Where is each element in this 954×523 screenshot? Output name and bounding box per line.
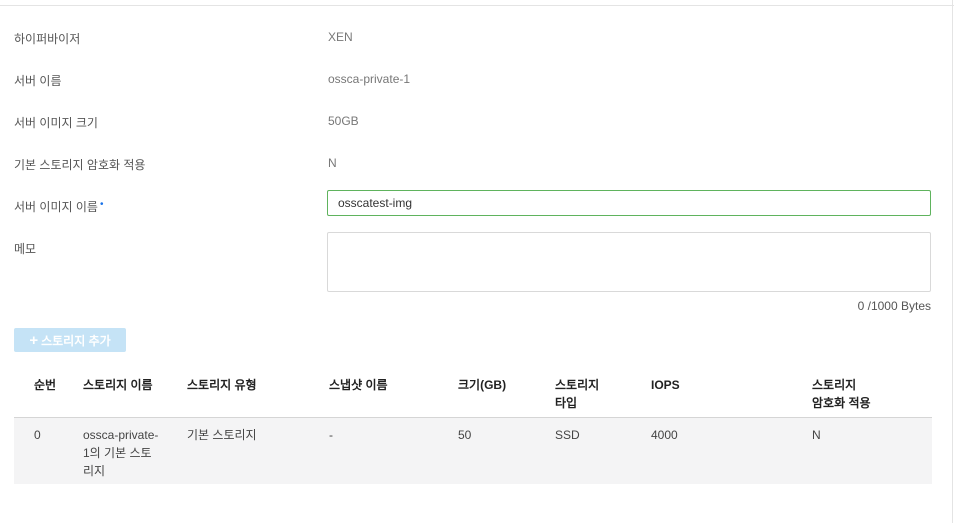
right-scroll-edge <box>952 0 953 523</box>
hypervisor-label: 하이퍼바이저 <box>14 32 81 46</box>
memo-label: 메모 <box>14 242 37 256</box>
cell-size: 50 <box>458 428 472 442</box>
cell-snapshot-name: - <box>329 428 333 442</box>
required-marker: • <box>99 199 104 210</box>
col-header-size: 크기(GB) <box>458 378 507 392</box>
col-header-encryption: 스토리지 암호화 적용 <box>812 378 871 410</box>
server-name-value: ossca-private-1 <box>328 72 411 86</box>
cell-index: 0 <box>34 428 41 442</box>
col-header-storage-type: 스토리지 타입 <box>555 378 600 410</box>
cell-storage-kind: 기본 스토리지 <box>187 428 257 442</box>
storage-table: 순번 스토리지 이름 스토리지 유형 스냅샷 이름 크기(GB) 스토리지 타입… <box>14 368 932 484</box>
add-storage-button[interactable]: + 스토리지 추가 <box>14 328 126 352</box>
image-name-label-wrap: 서버 이미지 이름 • <box>14 198 103 215</box>
image-name-label: 서버 이미지 이름 <box>14 200 98 214</box>
image-size-label: 서버 이미지 크기 <box>14 116 98 130</box>
memo-textarea[interactable] <box>327 232 931 292</box>
col-header-index: 순번 <box>34 378 57 392</box>
memo-byte-counter: 0 /1000 Bytes <box>857 299 931 313</box>
table-row[interactable]: 0 ossca-private-1의 기본 스토리지 기본 스토리지 - 50 … <box>14 418 932 484</box>
image-name-input[interactable] <box>327 190 931 216</box>
plus-icon: + <box>29 331 39 349</box>
table-header: 순번 스토리지 이름 스토리지 유형 스냅샷 이름 크기(GB) 스토리지 타입… <box>14 368 932 418</box>
encryption-label: 기본 스토리지 암호화 적용 <box>14 158 146 172</box>
cell-encryption: N <box>812 428 821 442</box>
add-storage-label: 스토리지 추가 <box>41 333 111 348</box>
server-name-label: 서버 이름 <box>14 74 62 88</box>
cell-storage-name: ossca-private-1의 기본 스토리지 <box>83 428 159 478</box>
cell-storage-type: SSD <box>555 428 580 442</box>
image-size-value: 50GB <box>328 114 359 128</box>
col-header-snapshot-name: 스냅샷 이름 <box>329 378 388 392</box>
top-divider <box>0 5 954 6</box>
hypervisor-value: XEN <box>328 30 353 44</box>
encryption-value: N <box>328 156 337 170</box>
col-header-iops: IOPS <box>651 378 680 392</box>
cell-iops: 4000 <box>651 428 678 442</box>
col-header-storage-name: 스토리지 이름 <box>83 378 153 392</box>
col-header-storage-kind: 스토리지 유형 <box>187 378 257 392</box>
